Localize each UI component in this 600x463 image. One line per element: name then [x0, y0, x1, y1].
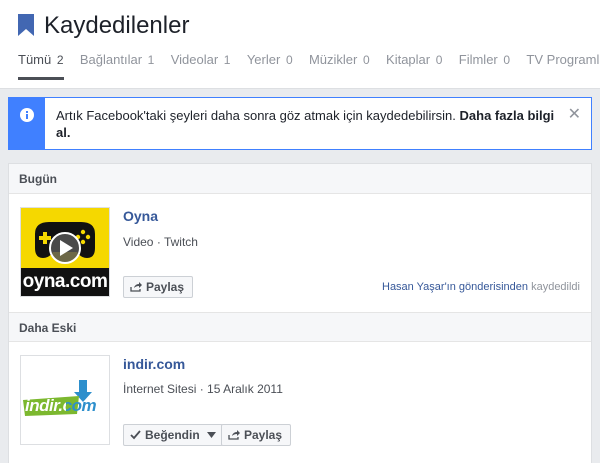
notice-text: Artık Facebook'taki şeyleri daha sonra g… [56, 107, 556, 141]
page-title: Kaydedilenler [44, 12, 190, 39]
info-icon [20, 108, 34, 122]
close-icon[interactable]: ✕ [568, 107, 581, 123]
indir-thumbnail[interactable]: indir.com [20, 355, 110, 445]
tab-tv-shows[interactable]: TV Programları [526, 52, 600, 80]
tab-all[interactable]: Tümü 2 [18, 52, 64, 80]
liked-button[interactable]: Beğendin [123, 424, 224, 446]
notice-message: Artık Facebook'taki şeyleri daha sonra g… [56, 108, 456, 123]
tab-count: 0 [435, 53, 443, 67]
oyna-thumbnail[interactable]: oyna.com [20, 207, 110, 297]
saved-items-card: Bugün oyna.com Oyna Video · Twitch Payla… [8, 163, 592, 463]
tab-count: 2 [56, 53, 64, 67]
tab-bar: Tümü 2 Bağlantılar 1 Videolar 1 Yerler 0… [18, 52, 600, 88]
share-button[interactable]: Paylaş [221, 424, 292, 446]
tab-label: Videolar [170, 52, 219, 67]
saved-from-link[interactable]: Hasan Yaşar'ın gönderisinden [382, 281, 528, 293]
indir-logo-label: indir.com [25, 396, 97, 415]
item-type: Video [123, 235, 154, 249]
section-title: Daha Eski [19, 321, 77, 335]
tab-label: Bağlantılar [79, 52, 143, 67]
item-source: Twitch [163, 235, 198, 249]
tab-count: 1 [147, 53, 155, 67]
info-notice: Artık Facebook'taki şeyleri daha sonra g… [8, 97, 592, 150]
oyna-logo-text: oyna.com [22, 271, 108, 292]
share-icon [130, 281, 142, 292]
page-header: Kaydedilenler Tümü 2 Bağlantılar 1 Video… [0, 0, 600, 89]
share-button[interactable]: Paylaş [123, 276, 194, 298]
tab-places[interactable]: Yerler 0 [247, 52, 293, 80]
section-title: Bugün [19, 172, 57, 186]
tab-label: Filmler [458, 52, 498, 67]
item-meta: Video · Twitch [123, 235, 198, 249]
item-title-link[interactable]: indir.com [123, 355, 185, 373]
section-header-older: Daha Eski [9, 312, 591, 342]
tab-label: Kitaplar [386, 52, 431, 67]
item-meta: İnternet Sitesi · 15 Aralık 2011 [123, 382, 283, 396]
tab-label: Yerler [246, 52, 281, 67]
tab-videos[interactable]: Videolar 1 [171, 52, 231, 80]
tab-links[interactable]: Bağlantılar 1 [80, 52, 154, 80]
tab-count: 1 [223, 53, 231, 67]
item-title-link[interactable]: Oyna [123, 207, 158, 225]
tab-label: TV Programları [526, 52, 600, 67]
tab-count: 0 [363, 53, 370, 67]
tab-label: Müzikler [308, 52, 358, 67]
tab-count: 0 [503, 53, 511, 67]
check-icon [130, 430, 141, 440]
caret-down-icon [207, 431, 217, 438]
indir-logo-text: indir.com [25, 396, 97, 416]
share-label: Paylaş [244, 428, 283, 442]
bookmark-icon [18, 14, 34, 36]
saved-from-text: Hasan Yaşar'ın gönderisinden kaydedildi [382, 281, 580, 293]
share-icon [228, 429, 240, 440]
item-type: İnternet Sitesi [123, 382, 197, 396]
saved-from-suffix: kaydedildi [531, 281, 580, 293]
share-label: Paylaş [146, 280, 185, 294]
tab-label: Tümü [18, 52, 52, 67]
item-date: 15 Aralık 2011 [207, 382, 283, 396]
notice-side-bar [9, 98, 45, 149]
liked-label: Beğendin [145, 428, 200, 442]
tab-music[interactable]: Müzikler 0 [309, 52, 370, 80]
tab-count: 0 [285, 53, 293, 67]
section-header-today: Bugün [9, 164, 591, 194]
tab-books[interactable]: Kitaplar 0 [386, 52, 442, 80]
tab-movies[interactable]: Filmler 0 [459, 52, 510, 80]
